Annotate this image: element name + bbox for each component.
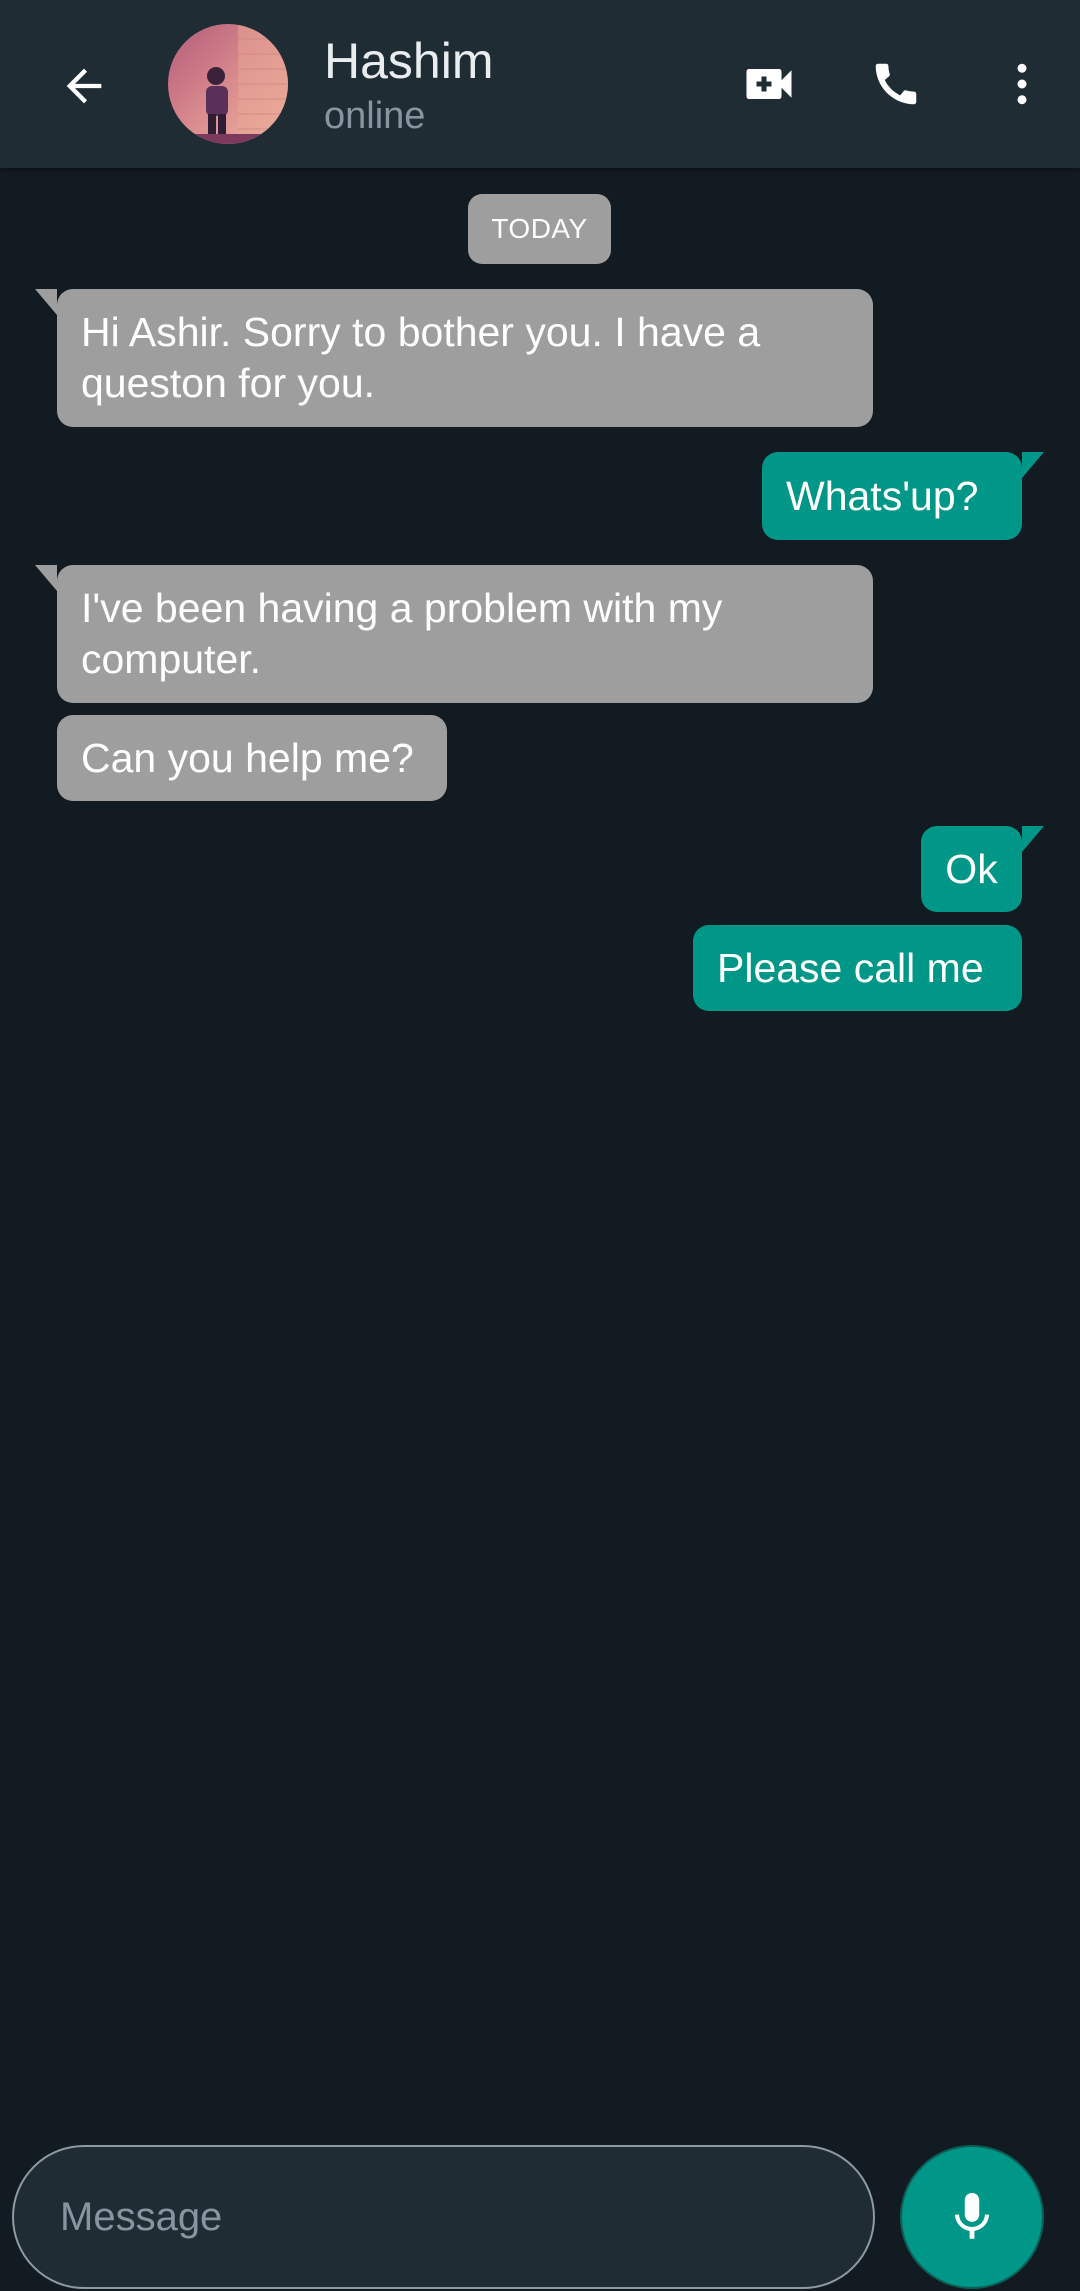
more-options-button[interactable] xyxy=(986,48,1058,120)
contact-avatar[interactable] xyxy=(168,24,288,144)
message-text: Ok xyxy=(945,845,998,892)
message-text: I've been having a problem with my compu… xyxy=(81,585,723,682)
video-camera-icon xyxy=(746,69,792,99)
bubble-tail xyxy=(1022,452,1044,478)
avatar-image xyxy=(168,24,288,144)
arrow-left-icon xyxy=(66,68,102,104)
bubble-tail xyxy=(35,565,57,591)
message-text: Whats'up? xyxy=(786,472,979,519)
microphone-icon xyxy=(955,2192,989,2239)
message-bubble-outgoing[interactable]: Whats'up? xyxy=(762,452,1044,540)
message-text: Please call me xyxy=(717,944,984,991)
message-bubble-incoming[interactable]: I've been having a problem with my compu… xyxy=(35,565,873,703)
bubble-tail xyxy=(35,289,57,315)
contact-status: online xyxy=(324,95,426,137)
phone-icon xyxy=(875,63,917,105)
more-vertical-icon xyxy=(1017,63,1027,105)
voice-message-button[interactable] xyxy=(900,2145,1044,2289)
message-bubble-incoming[interactable]: Hi Ashir. Sorry to bother you. I have a … xyxy=(35,289,873,427)
message-input[interactable] xyxy=(12,2145,875,2289)
message-bubble-outgoing[interactable]: Ok xyxy=(921,826,1044,912)
back-button[interactable] xyxy=(48,50,120,122)
voice-call-button[interactable] xyxy=(860,48,932,120)
date-divider: TODAY xyxy=(468,194,611,264)
contact-name[interactable]: Hashim xyxy=(324,30,493,92)
message-text: Can you help me? xyxy=(81,734,414,781)
message-bubble-incoming[interactable]: Can you help me? xyxy=(57,715,447,801)
chat-header: Hashim online xyxy=(0,0,1080,168)
message-bubble-outgoing[interactable]: Please call me xyxy=(693,925,1022,1011)
bubble-tail xyxy=(1022,826,1044,852)
chat-screen: Hashim online TODAY Hi Ashir. Sorry to b… xyxy=(0,0,1080,2291)
message-text: Hi Ashir. Sorry to bother you. I have a … xyxy=(81,309,761,406)
video-call-button[interactable] xyxy=(733,48,805,120)
